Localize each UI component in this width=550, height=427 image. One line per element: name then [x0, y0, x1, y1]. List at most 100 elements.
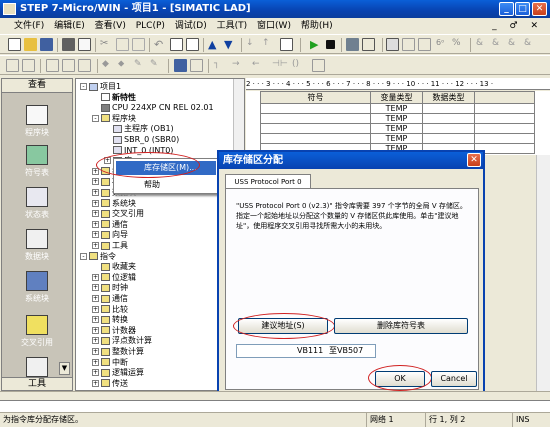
nav-footer[interactable]: 工具 — [2, 377, 72, 390]
copy-icon[interactable] — [116, 38, 129, 51]
delete-library-symbols-button[interactable]: 删除库符号表 — [334, 318, 468, 334]
maximize-button[interactable]: □ — [515, 2, 530, 16]
table-cell[interactable]: TEMP — [370, 133, 423, 144]
table-cell[interactable] — [474, 123, 535, 134]
contact-icon[interactable]: ⊣⊢ — [272, 59, 288, 72]
tree-item[interactable]: + 整数计算 — [92, 347, 144, 357]
table-cell[interactable] — [260, 113, 371, 124]
insert-network-icon[interactable]: ◆ — [102, 59, 115, 72]
expand-icon[interactable]: + — [92, 178, 99, 186]
program-status-icon[interactable] — [346, 38, 359, 51]
table-cell[interactable]: TEMP — [370, 113, 423, 124]
expand-icon[interactable]: + — [92, 295, 99, 302]
expand-icon[interactable]: + — [92, 369, 99, 377]
compile-all-icon[interactable] — [186, 38, 199, 51]
tree-item[interactable]: 新特性 — [92, 93, 136, 103]
box-icon[interactable] — [312, 59, 325, 72]
tree-item[interactable]: + 传送 — [92, 379, 128, 389]
start-address-field[interactable]: VB111 至VB507 — [236, 344, 376, 358]
remove-bookmarks-icon[interactable] — [78, 59, 91, 72]
download-icon[interactable]: ▼ — [224, 38, 237, 51]
tree-item[interactable]: + 位逻辑 — [92, 273, 136, 283]
coil-icon[interactable]: () — [292, 59, 305, 72]
undo-icon[interactable]: ↶ — [154, 38, 167, 51]
table-row[interactable]: TEMP — [260, 133, 535, 144]
chart-status-icon[interactable] — [386, 38, 399, 51]
tree-item[interactable]: + 中断 — [92, 358, 128, 368]
table-cell[interactable] — [422, 113, 475, 124]
upload-icon[interactable]: ▲ — [208, 38, 221, 51]
table-cell[interactable] — [474, 133, 535, 144]
expand-icon[interactable]: + — [92, 242, 99, 249]
tree-item[interactable]: + 通信 — [92, 294, 128, 304]
table-cell[interactable] — [422, 103, 475, 114]
tree-item[interactable]: - 指令 — [80, 252, 116, 262]
menu-view[interactable]: 查看(V) — [91, 18, 129, 34]
cancel-button[interactable]: Cancel — [431, 371, 477, 387]
table-row[interactable]: TEMP — [260, 123, 535, 134]
symbol-icon[interactable]: ✎ — [150, 59, 163, 72]
expand-icon[interactable]: + — [92, 231, 99, 239]
tree-item[interactable]: 收藏夹 — [92, 262, 136, 272]
menu-item-help[interactable]: 帮助 — [116, 178, 216, 192]
tree-item[interactable]: + 浮点数计算 — [92, 336, 152, 346]
expand-icon[interactable]: + — [92, 273, 99, 281]
save-icon[interactable] — [40, 38, 53, 51]
cut-icon[interactable]: ✂ — [100, 38, 113, 51]
new-icon[interactable] — [8, 38, 21, 51]
options-icon[interactable] — [280, 38, 293, 51]
table-cell[interactable] — [474, 113, 535, 124]
menu-edit[interactable]: 编辑(E) — [50, 18, 88, 34]
toggle-pov-icon[interactable] — [6, 59, 19, 72]
nav-header[interactable]: 查看 — [2, 79, 72, 93]
trace-icon[interactable]: & — [524, 38, 537, 51]
nav-scroll-down[interactable]: ▼ — [59, 362, 70, 375]
tree-item[interactable]: + 时钟 — [92, 283, 128, 293]
nav-cross-reference[interactable]: 交叉引用 — [2, 315, 72, 348]
nav-symbol-table[interactable]: 符号表 — [2, 145, 72, 178]
nav-status-table[interactable]: 状态表 — [2, 187, 72, 220]
dialog-close-icon[interactable]: ✕ — [467, 153, 481, 167]
expand-icon[interactable]: + — [92, 210, 99, 218]
menu-help[interactable]: 帮助(H) — [297, 18, 336, 34]
run-icon[interactable]: ▶ — [310, 38, 323, 51]
tree-item[interactable]: + 交叉引用 — [92, 209, 144, 219]
tree-item[interactable]: + 逻辑运算 — [92, 368, 144, 378]
horizontal-scrollbar[interactable] — [0, 391, 550, 400]
table-cell[interactable] — [260, 103, 371, 114]
write-all-icon[interactable] — [418, 38, 431, 51]
table-cell[interactable] — [260, 133, 371, 144]
tree-item[interactable]: + 比较 — [92, 305, 128, 315]
unforce-all-icon[interactable]: & — [508, 38, 521, 51]
tree-item[interactable]: + 转换 — [92, 315, 128, 325]
nav-system-block[interactable]: 系统块 — [2, 271, 72, 304]
expand-icon[interactable]: + — [92, 199, 99, 207]
tree-item[interactable]: SBR_0 (SBR0) — [104, 135, 179, 145]
delete-network-icon[interactable]: ⬥ — [118, 59, 131, 72]
tree-item[interactable]: 主程序 (OB1) — [104, 124, 174, 134]
expand-icon[interactable]: + — [92, 358, 99, 366]
line-left-icon[interactable]: ← — [252, 59, 265, 72]
table-row[interactable]: TEMP — [260, 113, 535, 124]
tree-item[interactable]: - 项目1 — [80, 82, 121, 92]
menu-tools[interactable]: 工具(T) — [213, 18, 251, 34]
next-bookmark-icon[interactable] — [46, 59, 59, 72]
read-forced-icon[interactable]: & — [492, 38, 505, 51]
compile-icon[interactable] — [170, 38, 183, 51]
tree-item[interactable]: CPU 224XP CN REL 02.01 — [92, 103, 214, 113]
read-all-forced-icon[interactable]: & — [476, 38, 489, 51]
tree-item[interactable]: + 工具 — [92, 241, 128, 251]
nav-program-block[interactable]: 程序块 — [2, 105, 72, 138]
tree-item[interactable]: + 向导 — [92, 230, 128, 240]
trend-icon[interactable] — [362, 38, 375, 51]
symbol-info-icon[interactable] — [190, 59, 203, 72]
poe-icon[interactable]: ✎ — [134, 59, 147, 72]
line-up-icon[interactable]: → — [232, 59, 245, 72]
tree-item[interactable]: - 程序块 — [92, 114, 136, 124]
expand-icon[interactable]: + — [92, 189, 99, 196]
collapse-icon[interactable]: - — [80, 83, 87, 90]
tree-item[interactable]: + 计数器 — [92, 326, 136, 336]
expand-icon[interactable]: + — [92, 337, 99, 345]
table-cell[interactable]: TEMP — [370, 103, 423, 114]
paste-icon[interactable] — [132, 38, 145, 51]
